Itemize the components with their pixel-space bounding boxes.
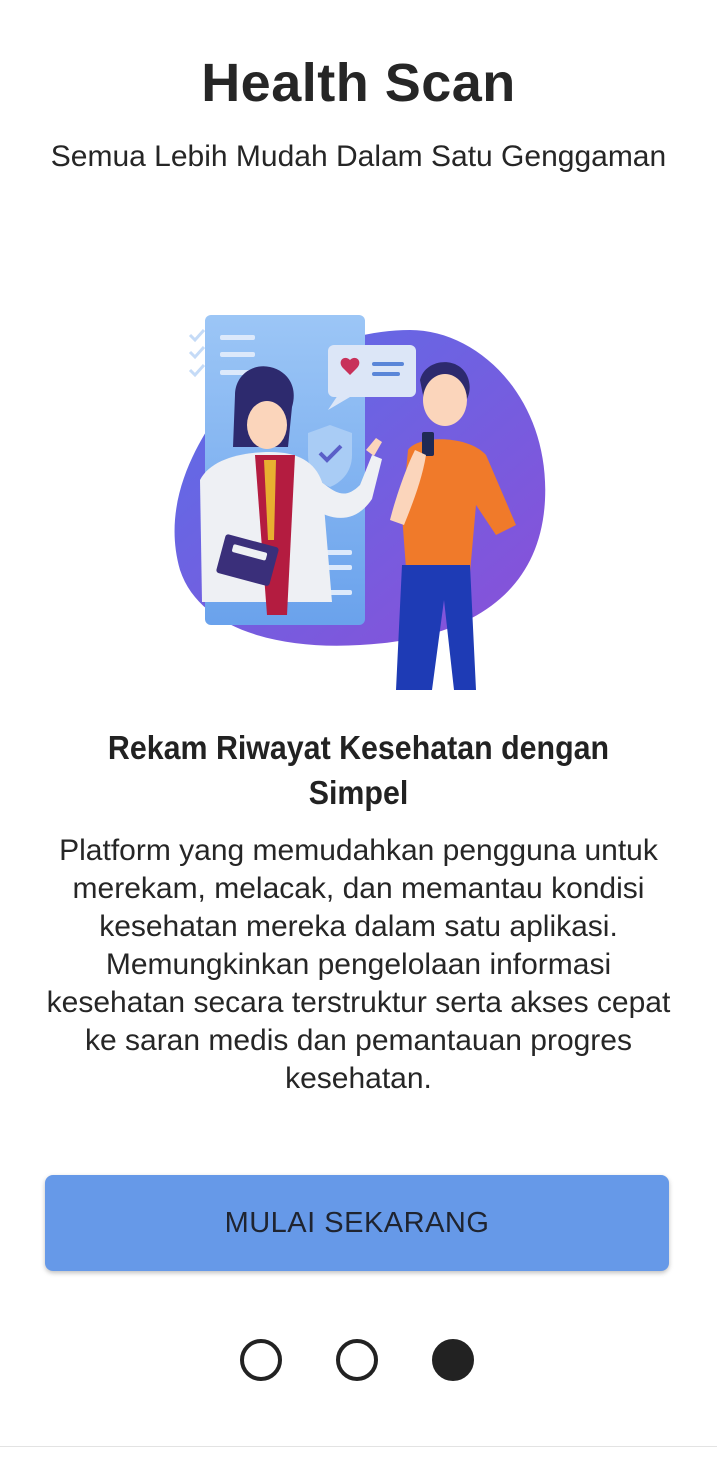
app-subtitle: Semua Lebih Mudah Dalam Satu Genggaman <box>50 140 667 173</box>
page-indicator <box>240 1339 480 1381</box>
app-title: Health Scan <box>201 53 516 113</box>
feature-description: Platform yang memudahkan pengguna untuk … <box>46 834 671 1095</box>
page-dot-2[interactable] <box>336 1339 378 1381</box>
feature-title: Rekam Riwayat Kesehatan dengan Simpel <box>107 729 610 811</box>
page-dot-1[interactable] <box>240 1339 282 1381</box>
bottom-divider <box>0 1446 717 1447</box>
start-now-button[interactable]: MULAI SEKARANG <box>45 1175 669 1271</box>
page-dot-3-active[interactable] <box>432 1339 474 1381</box>
doctor-patient-illustration <box>174 315 546 690</box>
